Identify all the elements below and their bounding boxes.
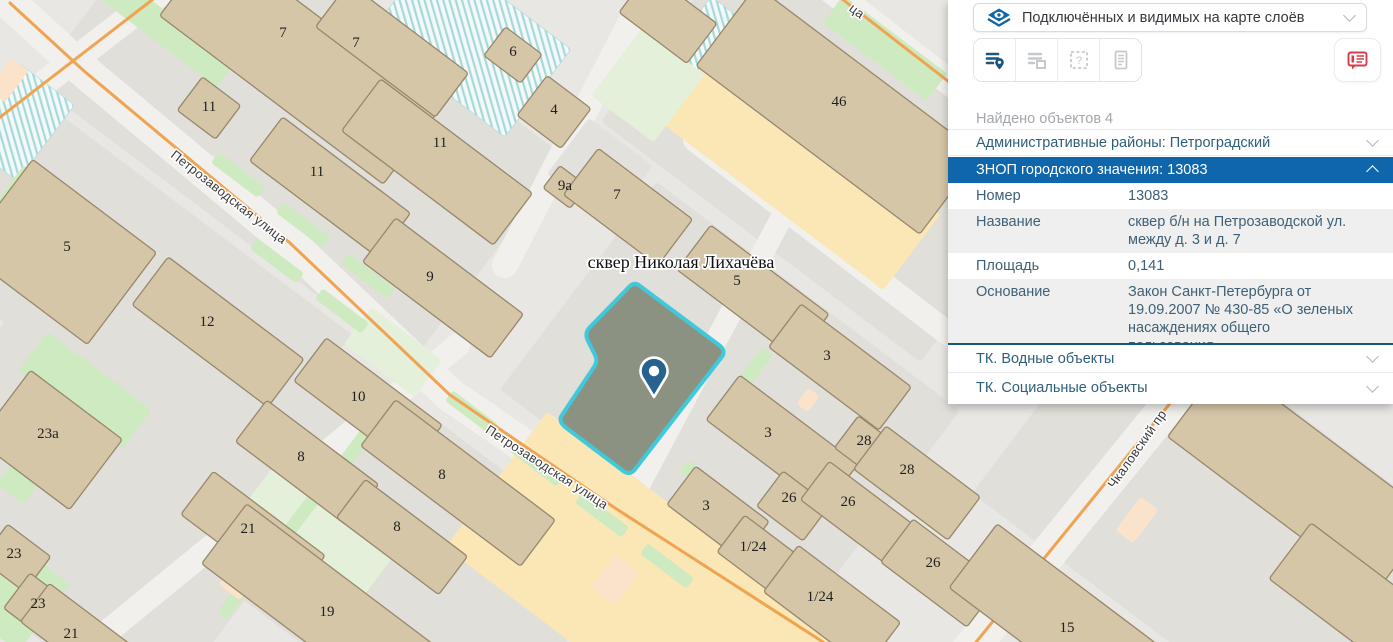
layers-dropdown-label: Подключённых и видимых на карте слоёв [1022, 10, 1335, 26]
accordion-administrative-districts[interactable]: Административные районы: Петроградский [948, 129, 1393, 156]
chevron-down-icon [1366, 380, 1379, 393]
building-number-label: 23 [7, 546, 22, 562]
chevron-down-icon [1343, 9, 1356, 22]
building-number-label: 11 [202, 99, 216, 115]
document-icon [1110, 49, 1132, 71]
detail-label: Название [948, 213, 1128, 249]
accordion-tk-water-objects[interactable]: ТК. Водные объекты [948, 345, 1393, 373]
building-number-label: 10 [351, 389, 366, 405]
building-number-label: 21 [64, 626, 79, 642]
object-details: Номер 13083 Название сквер б/н на Петроз… [948, 183, 1393, 359]
building-number-label: 7 [352, 35, 360, 51]
detail-row: Площадь 0,141 [948, 253, 1393, 279]
building-number-label: 6 [509, 44, 517, 60]
detail-value: 13083 [1128, 187, 1393, 205]
results-count: Найдено объектов 4 [976, 111, 1113, 127]
building-number-label: 1/24 [740, 539, 767, 555]
building-number-label: 28 [900, 462, 915, 478]
feedback-alert-icon [1345, 48, 1370, 73]
feedback-alert-button[interactable] [1334, 38, 1381, 82]
building-number-label: 12 [200, 314, 215, 330]
chevron-down-icon [1366, 350, 1379, 363]
svg-text:?: ? [1075, 55, 1081, 67]
building-number-label: 7 [613, 187, 621, 203]
detail-label: Номер [948, 187, 1128, 205]
building-number-label: 1/24 [807, 589, 834, 605]
identify-results-list-button[interactable] [974, 39, 1016, 81]
building-number-label: 28 [857, 433, 872, 449]
detail-value: сквер б/н на Петрозаводской ул. между д.… [1128, 213, 1393, 249]
layers-dropdown[interactable]: Подключённых и видимых на карте слоёв [973, 3, 1367, 32]
accordion-title: ЗНОП городского значения: 13083 [976, 162, 1208, 178]
detail-label: Площадь [948, 257, 1128, 275]
building-number-label: 8 [393, 519, 401, 535]
building-number-label: 11 [310, 164, 324, 180]
select-by-area-list-button[interactable] [1016, 39, 1058, 81]
results-panel: Подключённых и видимых на карте слоёв [948, 0, 1393, 404]
detail-value: 0,141 [1128, 257, 1393, 275]
accordion-znop-13083[interactable]: ЗНОП городского значения: 13083 [948, 157, 1393, 183]
building-number-label: 3 [702, 498, 710, 514]
accordion-title: ТК. Социальные объекты [976, 380, 1148, 396]
building-number-label: 5 [63, 239, 71, 255]
building-number-label: 21 [241, 521, 256, 537]
building-number-label: 4 [550, 102, 558, 118]
list-rect-icon [1026, 49, 1048, 71]
building-number-label: 23 [31, 596, 46, 612]
building-number-label: 11 [433, 135, 447, 151]
building-number-label: 19 [320, 604, 335, 620]
dashed-box-question-icon: ? [1068, 49, 1090, 71]
building-number-label: 5 [733, 273, 741, 289]
park-name-label: сквер Николая Лихачёва [588, 252, 775, 272]
building-number-label: 8 [297, 449, 305, 465]
chevron-up-icon [1366, 165, 1379, 178]
building-number-label: 9a [558, 178, 573, 194]
detail-row: Номер 13083 [948, 183, 1393, 209]
accordion-title: Административные районы: Петроградский [976, 135, 1270, 151]
building-number-label: 26 [841, 494, 857, 510]
building-number-label: 26 [926, 555, 942, 571]
building-number-label: 23a [37, 426, 59, 442]
building-number-label: 8 [438, 467, 446, 483]
document-list-button[interactable] [1100, 39, 1141, 81]
building-number-label: 46 [832, 94, 848, 110]
results-toolbar: ? [973, 38, 1142, 82]
query-area-button[interactable]: ? [1058, 39, 1100, 81]
accordion-title: ТК. Водные объекты [976, 351, 1114, 367]
building-number-label: 15 [1060, 620, 1075, 636]
building-number-label: 26 [782, 490, 798, 506]
building-number-label: 3 [823, 348, 831, 364]
building-number-label: 3 [764, 425, 772, 441]
building-number-label: 9 [426, 269, 434, 285]
list-pin-icon [984, 49, 1006, 71]
accordion-tk-social-objects[interactable]: ТК. Социальные объекты [948, 374, 1393, 402]
detail-row: Название сквер б/н на Петрозаводской ул.… [948, 209, 1393, 253]
chevron-down-icon [1366, 134, 1379, 147]
layers-eye-icon [986, 7, 1012, 29]
building-number-label: 7 [279, 25, 287, 41]
